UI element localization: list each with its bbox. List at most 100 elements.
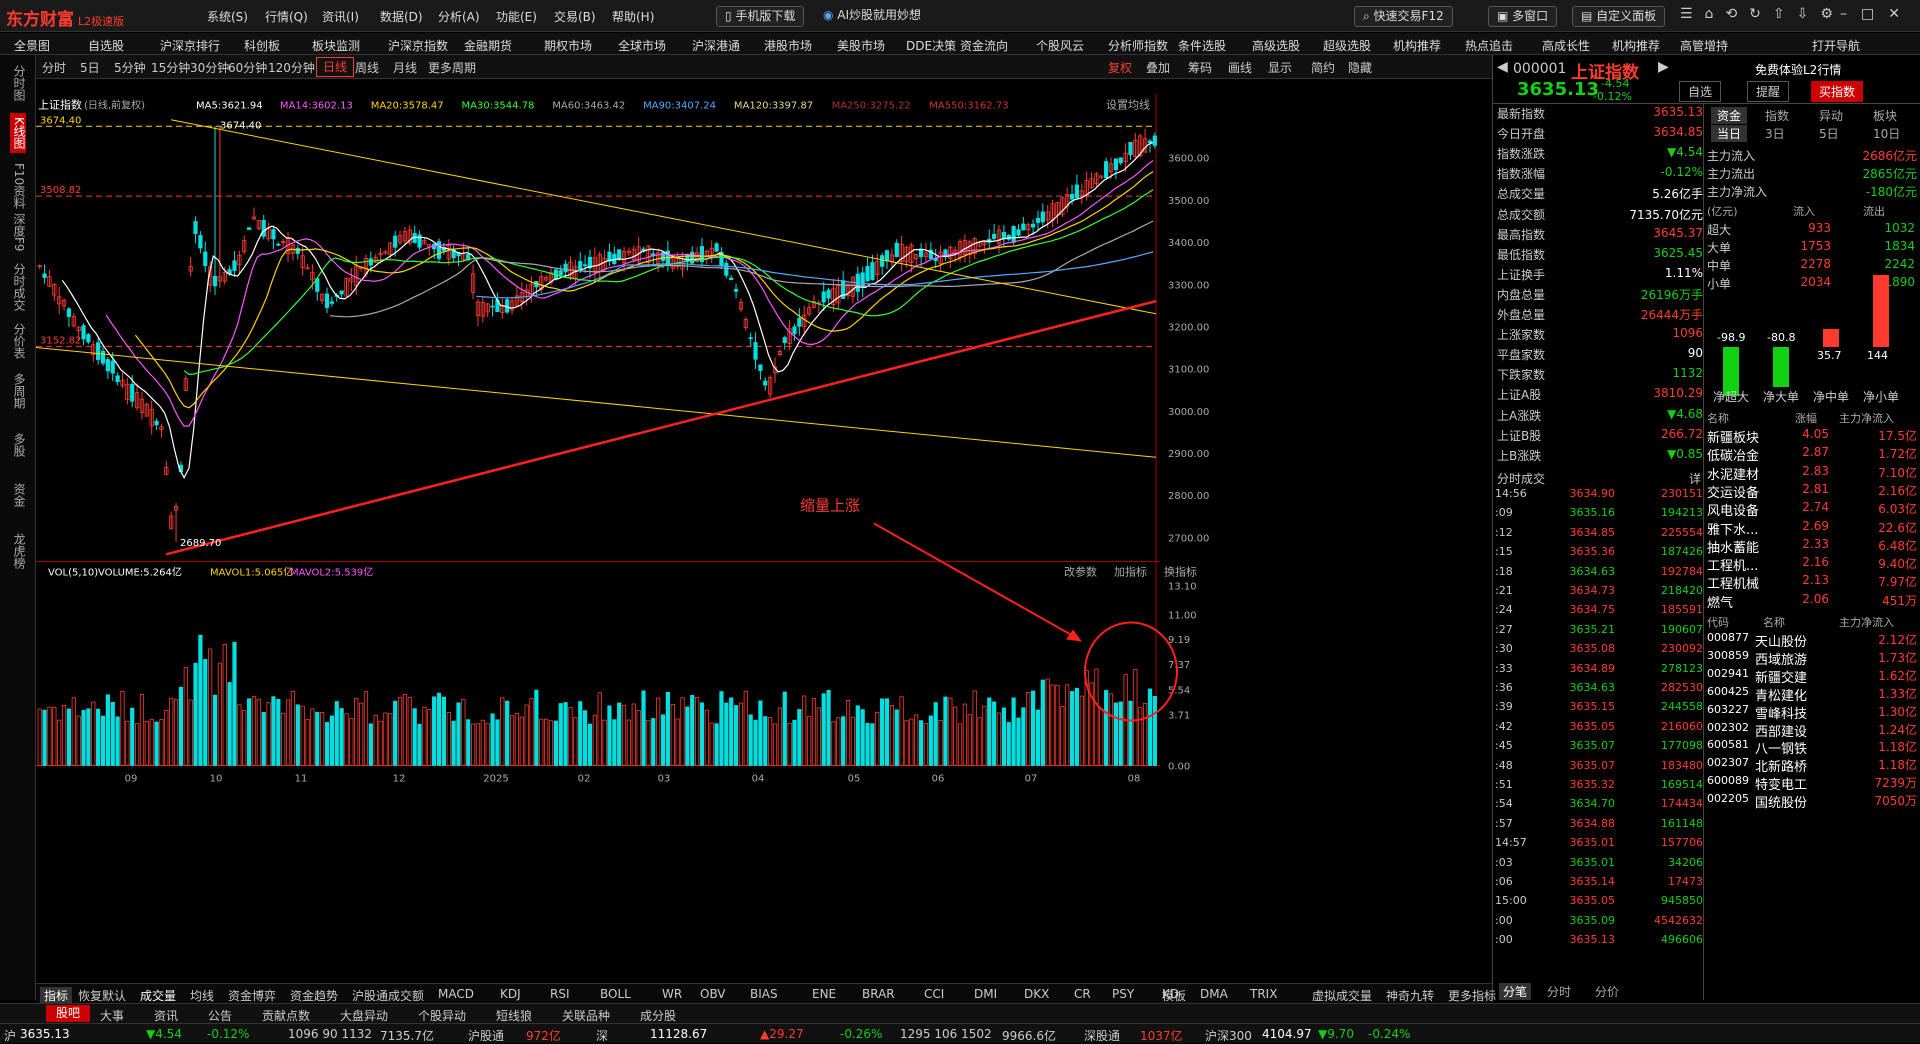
menu-analysis[interactable]: 分析(A) bbox=[438, 8, 480, 25]
period-tab[interactable]: 更多周期 bbox=[428, 59, 476, 76]
indicator-tab[interactable]: CCI bbox=[924, 987, 944, 1001]
chart-tool[interactable]: 显示 bbox=[1268, 59, 1292, 76]
stock-code[interactable]: 300859 bbox=[1707, 649, 1749, 662]
menu-system[interactable]: 系统(S) bbox=[207, 8, 248, 25]
sector-name[interactable]: 水泥建材 bbox=[1707, 464, 1759, 483]
stock-name[interactable]: 青松建化 bbox=[1755, 685, 1807, 704]
menu-quote[interactable]: 行情(Q) bbox=[265, 8, 308, 25]
window-controls[interactable]: –□✕ bbox=[1840, 6, 1914, 22]
indicator-tab[interactable]: DMI bbox=[974, 987, 997, 1001]
watch-button[interactable]: 自选 bbox=[1679, 81, 1722, 102]
fund-tab[interactable]: 指数 bbox=[1765, 107, 1789, 124]
indicator-tab[interactable]: MACD bbox=[438, 987, 474, 1001]
indicator-tab[interactable]: ENE bbox=[812, 987, 836, 1001]
quick-trade-button[interactable]: ⌕ 快速交易F12 bbox=[1354, 6, 1453, 27]
nav-item[interactable]: DDE决策 bbox=[906, 37, 956, 54]
vol-button[interactable]: 改参数 bbox=[1064, 565, 1097, 579]
nav-item[interactable]: 港股市场 bbox=[764, 37, 812, 54]
indicator-tab[interactable]: PSY bbox=[1112, 987, 1134, 1001]
vol-button[interactable]: 换指标 bbox=[1164, 565, 1197, 579]
stock-code[interactable]: 000877 bbox=[1707, 631, 1749, 644]
chart-tool[interactable]: 隐藏 bbox=[1348, 59, 1372, 76]
indicator-tab[interactable]: CR bbox=[1074, 987, 1091, 1001]
left-tab[interactable]: 分价表 bbox=[10, 323, 26, 359]
info-tab[interactable]: 公告 bbox=[208, 1007, 232, 1024]
stock-code[interactable]: 600089 bbox=[1707, 774, 1749, 787]
period-tab[interactable]: 分时 bbox=[42, 59, 66, 76]
custom-panel-button[interactable]: ▤ 自定义面板 bbox=[1572, 6, 1666, 27]
indicator-tab[interactable]: 虚拟成交量 bbox=[1312, 987, 1372, 1004]
stock-code[interactable]: 002302 bbox=[1707, 721, 1749, 734]
period-tab[interactable]: 月线 bbox=[393, 59, 417, 76]
sector-name[interactable]: 交运设备 bbox=[1707, 482, 1759, 501]
stock-name[interactable]: 雪峰科技 bbox=[1755, 703, 1807, 722]
nav-item[interactable]: 条件选股 bbox=[1178, 37, 1226, 54]
info-tab[interactable]: 短线狼 bbox=[496, 1007, 532, 1024]
fund-subtab[interactable]: 当日 bbox=[1711, 125, 1748, 142]
nav-item[interactable]: 沪深港通 bbox=[692, 37, 740, 54]
info-tab[interactable]: 资讯 bbox=[154, 1007, 178, 1024]
nav-item[interactable]: 高管增持 bbox=[1680, 37, 1728, 54]
left-tab[interactable]: 分时图 bbox=[10, 65, 26, 101]
l2-trial-link[interactable]: 免费体验L2行情 bbox=[1755, 61, 1841, 78]
indicator-tab[interactable]: 更多指标 bbox=[1448, 987, 1496, 1004]
nav-item[interactable]: 超级选股 bbox=[1323, 37, 1371, 54]
nav-item[interactable]: 全球市场 bbox=[618, 37, 666, 54]
period-tab[interactable]: 120分钟 bbox=[268, 59, 315, 76]
period-tab[interactable]: 5分钟 bbox=[114, 59, 146, 76]
sector-name[interactable]: 风电设备 bbox=[1707, 500, 1759, 519]
indicator-tab[interactable]: 资金趋势 bbox=[290, 987, 338, 1004]
stock-code[interactable]: 002205 bbox=[1707, 792, 1749, 805]
indicator-tab[interactable]: 恢复默认 bbox=[78, 987, 126, 1004]
indicator-tab[interactable]: DKX bbox=[1024, 987, 1049, 1001]
info-tab[interactable]: 股吧 bbox=[46, 1005, 91, 1022]
left-tab[interactable]: 多周期 bbox=[10, 373, 26, 409]
sector-name[interactable]: 工程机械 bbox=[1707, 573, 1759, 592]
fund-tab[interactable]: 板块 bbox=[1873, 107, 1897, 124]
indicator-tab[interactable]: 沪股通成交额 bbox=[352, 987, 424, 1004]
nav-item[interactable]: 自选股 bbox=[88, 37, 124, 54]
menu-info[interactable]: 资讯(I) bbox=[322, 8, 359, 25]
left-tab[interactable]: 分时成交 bbox=[10, 263, 26, 311]
indicator-tab[interactable]: BOLL bbox=[600, 987, 631, 1001]
info-tab[interactable]: 贡献点数 bbox=[262, 1007, 310, 1024]
sector-name[interactable]: 工程机... bbox=[1707, 555, 1758, 574]
period-tab[interactable]: 30分钟 bbox=[190, 59, 229, 76]
nav-item[interactable]: 热点追击 bbox=[1465, 37, 1513, 54]
buy-index-button[interactable]: 买指数 bbox=[1811, 81, 1864, 102]
chart-tool[interactable]: 复权 bbox=[1108, 59, 1132, 76]
fund-subtab[interactable]: 10日 bbox=[1873, 125, 1900, 142]
period-tab[interactable]: 5日 bbox=[80, 59, 100, 76]
nav-item[interactable]: 机构推荐 bbox=[1612, 37, 1660, 54]
prev-arrow[interactable]: ◀ bbox=[1497, 59, 1508, 75]
tick-tab[interactable]: 分时 bbox=[1547, 983, 1571, 1000]
nav-item[interactable]: 沪深京排行 bbox=[160, 37, 220, 54]
stock-name[interactable]: 八一钢铁 bbox=[1755, 738, 1807, 757]
nav-item[interactable]: 沪深京指数 bbox=[388, 37, 448, 54]
menu-help[interactable]: 帮助(H) bbox=[612, 8, 654, 25]
left-tab[interactable]: 深度F9 bbox=[10, 213, 26, 252]
nav-item[interactable]: 高级选股 bbox=[1252, 37, 1300, 54]
chart-tool[interactable]: 筹码 bbox=[1188, 59, 1212, 76]
nav-item[interactable]: 打开导航 bbox=[1812, 37, 1860, 54]
info-tab[interactable]: 个股异动 bbox=[418, 1007, 466, 1024]
sector-name[interactable]: 雅下水... bbox=[1707, 519, 1758, 538]
nav-item[interactable]: 期权市场 bbox=[544, 37, 592, 54]
nav-item[interactable]: 金融期货 bbox=[464, 37, 512, 54]
sector-name[interactable]: 低碳冶金 bbox=[1707, 445, 1759, 464]
stock-code[interactable]: 600425 bbox=[1707, 685, 1749, 698]
window-toolbar-icons[interactable]: ☰⌂⟲↻⇧⇩⚙ bbox=[1680, 6, 1845, 22]
stock-code[interactable]: 002941 bbox=[1707, 667, 1749, 680]
fund-tab[interactable]: 异动 bbox=[1819, 107, 1843, 124]
indicator-tab[interactable]: KDJ bbox=[500, 987, 521, 1001]
info-tab[interactable]: 关联品种 bbox=[562, 1007, 610, 1024]
left-tab[interactable]: 龙虎榜 bbox=[10, 533, 26, 569]
indicator-tab[interactable]: 指标 bbox=[40, 987, 73, 1004]
mobile-download-button[interactable]: ▯ 手机版下载 bbox=[716, 6, 805, 27]
indicator-tab[interactable]: 资金博弈 bbox=[228, 987, 276, 1004]
period-tab[interactable]: 60分钟 bbox=[228, 59, 267, 76]
sector-name[interactable]: 新疆板块 bbox=[1707, 427, 1759, 446]
stock-name[interactable]: 天山股份 bbox=[1755, 631, 1807, 650]
fund-tab[interactable]: 资金 bbox=[1711, 107, 1748, 124]
nav-item[interactable]: 板块监测 bbox=[312, 37, 360, 54]
